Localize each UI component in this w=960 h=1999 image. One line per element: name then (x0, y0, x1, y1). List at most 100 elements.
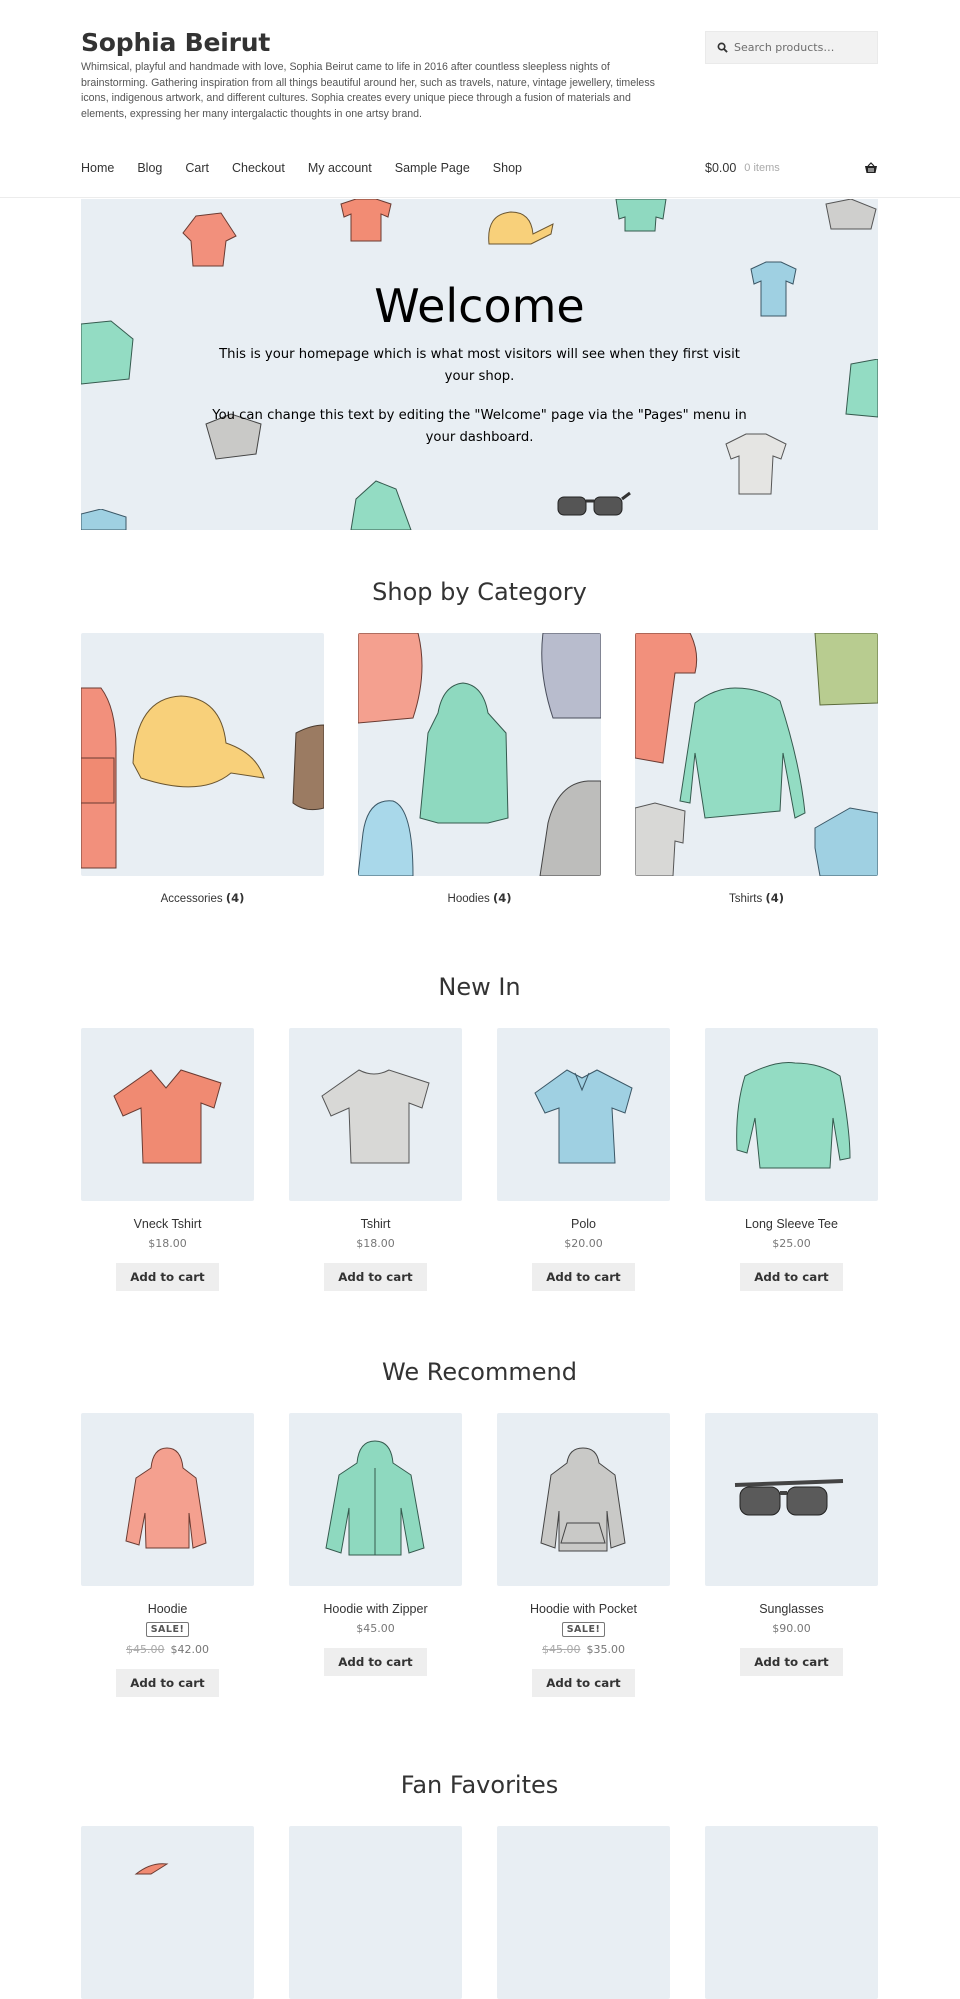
sunglasses-illustration (734, 1479, 844, 1516)
product-name[interactable]: Vneck Tshirt (81, 1217, 254, 1231)
product-price: $18.00 (356, 1237, 395, 1250)
product-name[interactable]: Tshirt (289, 1217, 462, 1231)
tshirts-illustration (635, 633, 878, 876)
product-image[interactable] (497, 1826, 670, 1999)
category-label[interactable]: Hoodies (4) (358, 891, 601, 905)
product-image[interactable] (705, 1028, 878, 1201)
product-card: Sunglasses $90.00 Add to cart (705, 1413, 878, 1676)
product-name[interactable]: Long Sleeve Tee (705, 1217, 878, 1231)
category-name: Accessories (160, 893, 223, 905)
shirt-illustration (825, 199, 877, 230)
product-card: Hoodie SALE! $45.00 $42.00 Add to cart (81, 1413, 254, 1697)
original-price: $45.00 (126, 1643, 165, 1656)
we-recommend-title: We Recommend (382, 1358, 577, 1386)
product-name[interactable]: Hoodie with Zipper (289, 1602, 462, 1616)
product-card: Polo $20.00 Add to cart (497, 1028, 670, 1291)
category-hoodies[interactable]: Hoodies (4) (358, 633, 601, 905)
category-label[interactable]: Accessories (4) (81, 891, 324, 905)
product-image[interactable] (81, 1028, 254, 1201)
hero-paragraph-1-line-2: your shop. (444, 369, 515, 384)
category-name: Tshirts (729, 893, 763, 905)
add-to-cart-button[interactable]: Add to cart (324, 1648, 427, 1676)
nav-my-account[interactable]: My account (308, 161, 372, 175)
search-icon (717, 42, 728, 53)
nav-shop[interactable]: Shop (493, 161, 522, 175)
add-to-cart-button[interactable]: Add to cart (116, 1263, 219, 1291)
zip-hoodie-illustration (350, 480, 412, 530)
nav-cart[interactable]: Cart (185, 161, 209, 175)
sale-badge: SALE! (145, 1622, 190, 1637)
category-image[interactable] (635, 633, 878, 876)
original-price: $45.00 (542, 1643, 581, 1656)
sale-price: $42.00 (170, 1643, 210, 1656)
hoodie-with-zipper-illustration (325, 1440, 425, 1556)
fan-favorites-title: Fan Favorites (400, 1771, 559, 1799)
product-card (705, 1826, 878, 1999)
category-tshirts[interactable]: Tshirts (4) (635, 633, 878, 905)
add-to-cart-button[interactable]: Add to cart (324, 1263, 427, 1291)
product-image[interactable] (705, 1826, 878, 1999)
product-image[interactable] (497, 1413, 670, 1586)
new-in-title: New In (438, 973, 521, 1001)
product-image[interactable] (289, 1826, 462, 1999)
cart-total: $0.00 (705, 161, 737, 175)
product-price: $20.00 (564, 1237, 603, 1250)
product-image[interactable] (81, 1826, 254, 1999)
accessories-illustration (81, 687, 324, 869)
product-name[interactable]: Polo (497, 1217, 670, 1231)
product-image[interactable] (497, 1028, 670, 1201)
category-image[interactable] (81, 633, 324, 876)
shop-by-category-title: Shop by Category (372, 578, 587, 606)
product-image[interactable] (289, 1413, 462, 1586)
product-illustration (134, 1863, 169, 1875)
welcome-hero: Welcome This is your homepage which is w… (81, 199, 878, 530)
header-cart[interactable]: $0.00 0 items (705, 161, 878, 175)
category-image[interactable] (358, 633, 601, 876)
nav-blog[interactable]: Blog (137, 161, 162, 175)
category-accessories[interactable]: Accessories (4) (81, 633, 324, 905)
search-input[interactable] (734, 41, 874, 54)
hero-paragraph-1: This is your homepage which is what most… (81, 344, 878, 388)
polo-illustration (534, 1069, 633, 1164)
product-card: Tshirt $18.00 Add to cart (289, 1028, 462, 1291)
primary-navigation: Home Blog Cart Checkout My account Sampl… (81, 161, 545, 175)
product-price: $45.00 $35.00 (497, 1643, 670, 1656)
nav-checkout[interactable]: Checkout (232, 161, 285, 175)
sale-price: $35.00 (586, 1643, 626, 1656)
add-to-cart-button[interactable]: Add to cart (116, 1669, 219, 1697)
category-count: (4) (765, 891, 784, 905)
category-label[interactable]: Tshirts (4) (635, 891, 878, 905)
site-title[interactable]: Sophia Beirut (81, 28, 270, 57)
tshirt-illustration (321, 1069, 430, 1164)
product-name[interactable]: Hoodie (81, 1602, 254, 1616)
product-price: $45.00 $42.00 (81, 1643, 254, 1656)
hero-title: Welcome (374, 279, 585, 333)
nav-home[interactable]: Home (81, 161, 114, 175)
product-image[interactable] (705, 1413, 878, 1586)
category-name: Hoodies (447, 893, 490, 905)
product-price: $90.00 (772, 1622, 811, 1635)
basket-icon (865, 162, 877, 173)
sale-badge: SALE! (561, 1622, 606, 1637)
hoodie-with-pocket-illustration (540, 1447, 626, 1552)
product-name[interactable]: Sunglasses (705, 1602, 878, 1616)
product-card: Hoodie with Pocket SALE! $45.00 $35.00 Ad… (497, 1413, 670, 1697)
sweater-illustration (182, 212, 237, 267)
product-price: $18.00 (148, 1237, 187, 1250)
product-image[interactable] (289, 1028, 462, 1201)
add-to-cart-button[interactable]: Add to cart (532, 1669, 635, 1697)
hero-paragraph-2: You can change this text by editing the … (81, 405, 878, 449)
add-to-cart-button[interactable]: Add to cart (532, 1263, 635, 1291)
hoodie-illustration (125, 1447, 207, 1549)
blue-shirt-illustration (81, 509, 127, 530)
product-card (81, 1826, 254, 1999)
tee-illustration (615, 199, 667, 232)
add-to-cart-button[interactable]: Add to cart (740, 1648, 843, 1676)
product-search[interactable] (705, 31, 878, 64)
sunglasses-illustration (557, 491, 631, 516)
product-image[interactable] (81, 1413, 254, 1586)
product-name[interactable]: Hoodie with Pocket (497, 1602, 670, 1616)
add-to-cart-button[interactable]: Add to cart (740, 1263, 843, 1291)
hero-paragraph-2-line-1: You can change this text by editing the … (212, 408, 747, 423)
nav-sample-page[interactable]: Sample Page (395, 161, 470, 175)
